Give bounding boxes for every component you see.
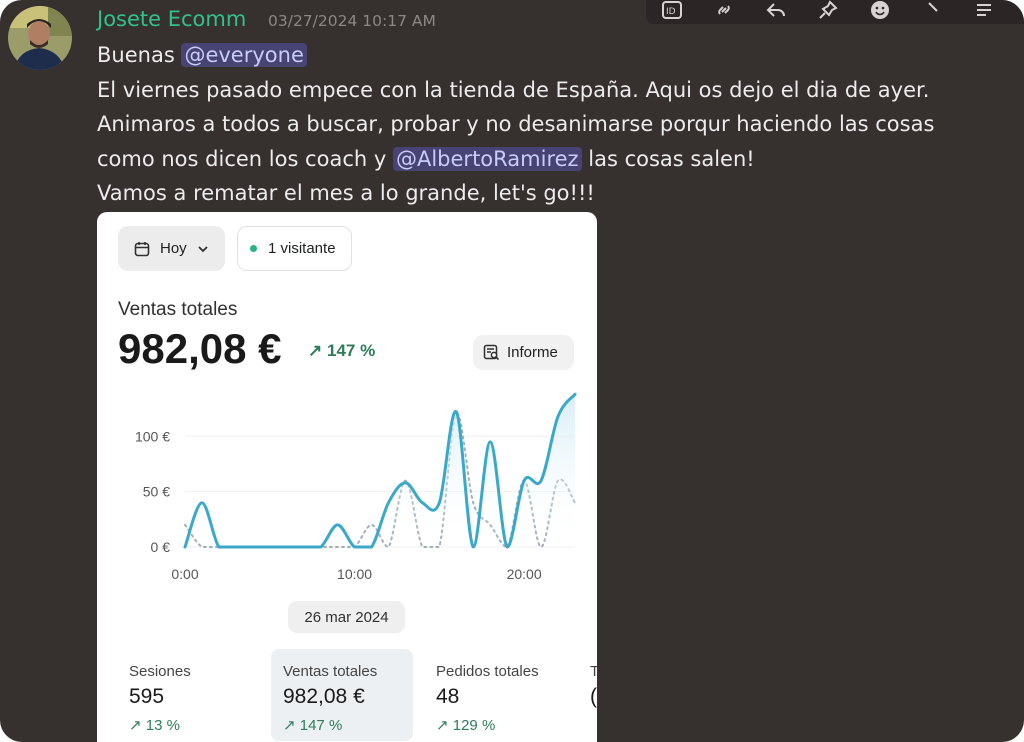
y-tick-label: 100 € [135, 428, 170, 444]
arrow-up-right-icon: ↗ [308, 341, 323, 360]
metric-label: Sesiones [129, 663, 191, 680]
message-line: como nos dicen los coach y @AlbertoRamir… [97, 142, 977, 177]
message-body: Buenas @everyone El viernes pasado empec… [97, 38, 977, 211]
link-icon[interactable] [712, 0, 736, 22]
metric-label: Ventas totales [283, 663, 378, 680]
sales-delta-value: 147 % [326, 341, 376, 360]
y-tick-label: 0 € [151, 539, 171, 555]
x-tick-label: 10:00 [337, 566, 372, 582]
metric-total-sales[interactable]: Ventas totales 982,08 € ↗ 147 % [271, 649, 413, 741]
sales-chart: 0 € 50 € 100 € 0:00 10:00 20:00 [135, 392, 577, 582]
metric-cut-off[interactable]: T ( [578, 649, 597, 741]
date-filter-button[interactable]: Hoy [118, 226, 225, 271]
metric-delta: ↗ 13 % [129, 716, 180, 734]
metric-delta-value: 129 % [452, 717, 496, 734]
visitors-badge[interactable]: 1 visitante [237, 226, 352, 271]
metric-delta: ↗ 147 % [283, 716, 342, 734]
y-tick-label: 50 € [143, 484, 170, 500]
arrow-up-right-icon: ↗ [129, 717, 142, 734]
arrow-up-right-icon: ↗ [436, 717, 449, 734]
image-attachment[interactable]: Hoy 1 visitante Ventas totales 982,08 € … [97, 212, 597, 742]
pin-icon[interactable] [816, 0, 840, 22]
more-icon[interactable] [920, 0, 944, 22]
avatar[interactable] [8, 6, 72, 70]
report-icon [483, 344, 500, 361]
metric-delta-value: 147 % [299, 717, 343, 734]
date-filter-label: Hoy [160, 240, 187, 257]
metric-delta: ↗ 129 % [436, 716, 495, 734]
metric-value: 982,08 € [283, 685, 365, 708]
visitors-label: 1 visitante [268, 240, 336, 257]
message-text: las cosas salen! [588, 146, 755, 171]
metric-total-orders[interactable]: Pedidos totales 48 ↗ 129 % [424, 649, 574, 741]
metric-delta-value: 13 % [145, 717, 180, 734]
message-line: El viernes pasado empece con la tienda d… [97, 77, 930, 102]
message-text: Buenas [97, 43, 175, 67]
message-line: Vamos a rematar el mes a lo grande, let'… [97, 181, 595, 205]
arrow-up-right-icon: ↗ [283, 717, 296, 734]
live-dot-icon [250, 245, 257, 252]
chevron-down-icon [197, 243, 209, 255]
report-button[interactable]: Informe [473, 335, 574, 370]
metric-sessions[interactable]: Sesiones 595 ↗ 13 % [117, 649, 267, 741]
sales-delta: ↗ 147 % [308, 341, 375, 361]
message-timestamp: 03/27/2024 10:17 AM [268, 12, 436, 30]
id-icon[interactable]: ID [660, 0, 684, 22]
metric-label: Pedidos totales [436, 663, 539, 680]
message-line: Animaros a todos a buscar, probar y no d… [97, 112, 935, 136]
sales-value: 982,08 € [118, 325, 282, 372]
report-label: Informe [507, 344, 558, 361]
date-caption: 26 mar 2024 [288, 601, 405, 633]
x-tick-label: 0:00 [171, 566, 198, 582]
message-line: Buenas @everyone [97, 38, 977, 73]
metric-value: 595 [129, 685, 165, 708]
calendar-icon [134, 241, 150, 257]
chat-window: ID Josete Ecomm 03/27/2024 10:17 AM Buen… [0, 0, 1024, 742]
svg-text:ID: ID [666, 7, 676, 17]
message-hover-toolbar: ID [646, 0, 1024, 24]
x-tick-label: 20:00 [507, 566, 542, 582]
metric-value: ( [590, 685, 597, 708]
metric-value: 48 [436, 685, 460, 708]
metric-label: T [590, 663, 597, 680]
emoji-icon[interactable] [868, 0, 892, 22]
author-name[interactable]: Josete Ecomm [97, 7, 246, 31]
sales-label: Ventas totales [118, 299, 238, 320]
thread-icon[interactable] [972, 0, 996, 22]
message-text: como nos dicen los coach y [97, 146, 387, 171]
reply-icon[interactable] [764, 0, 788, 22]
mention-everyone[interactable]: @everyone [181, 43, 307, 67]
mention-user[interactable]: @AlbertoRamirez [392, 146, 582, 171]
